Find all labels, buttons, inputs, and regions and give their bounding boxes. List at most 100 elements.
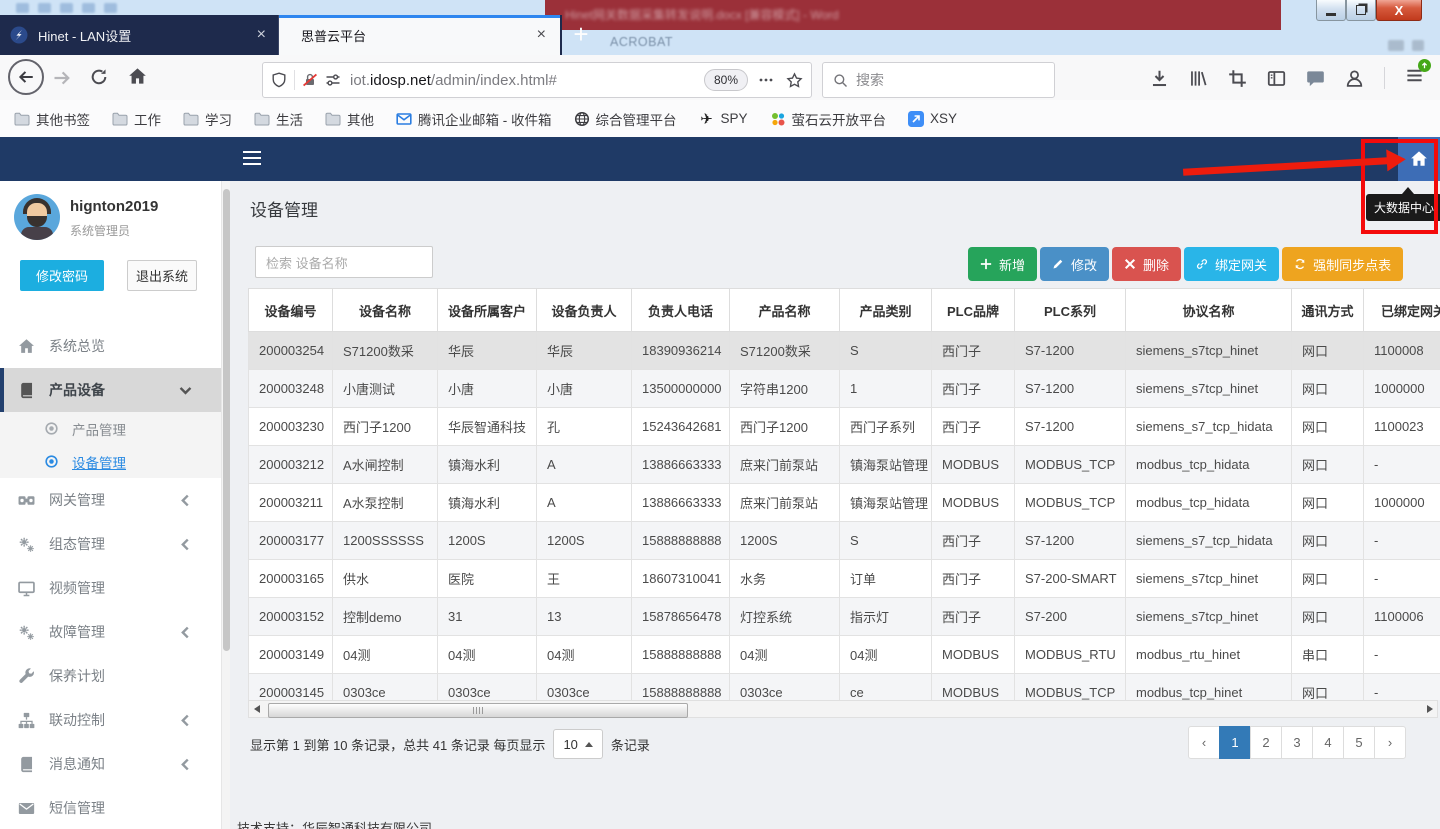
insecure-lock-icon[interactable] (302, 72, 318, 88)
bookmark-item[interactable]: 综合管理平台 (574, 109, 677, 129)
bookmark-item[interactable]: XSY (908, 111, 957, 127)
word-ribbon-tab-acrobat[interactable]: ACROBAT (610, 35, 673, 49)
scrollbar-thumb[interactable] (268, 703, 688, 718)
sidebar-toggle-icon[interactable] (1267, 69, 1286, 88)
bookmark-item[interactable]: 萤石云开放平台 (770, 109, 887, 129)
column-header[interactable]: PLC系列 (1015, 289, 1126, 332)
bookmark-item[interactable]: 腾讯企业邮箱 - 收件箱 (396, 109, 552, 129)
tab-close-icon[interactable]: × (257, 26, 266, 44)
table-row[interactable]: 200003230西门子1200华辰智通科技孔15243642681西门子120… (249, 408, 1440, 446)
reload-button[interactable] (90, 68, 108, 86)
horizontal-scrollbar[interactable] (248, 700, 1438, 718)
action-button-新增[interactable]: 新增 (968, 247, 1037, 281)
url-bar[interactable]: iot.idosp.net/admin/index.html# 80% (262, 62, 812, 98)
page-size-dropdown[interactable]: 10 (553, 729, 602, 759)
permissions-icon[interactable] (325, 72, 341, 88)
table-row[interactable]: 200003248小唐测试小唐小唐13500000000字符串12001西门子S… (249, 370, 1440, 408)
column-header[interactable]: 负责人电话 (632, 289, 730, 332)
pager-page-button[interactable]: 4 (1312, 726, 1344, 759)
column-header[interactable]: 产品类别 (840, 289, 932, 332)
bookmark-item[interactable]: ✈SPY (699, 111, 748, 127)
browser-home-button[interactable] (128, 67, 147, 86)
bookmark-item[interactable]: 学习 (183, 109, 232, 129)
tab-close-icon[interactable]: × (537, 26, 546, 44)
column-header[interactable]: 通讯方式 (1292, 289, 1364, 332)
table-row[interactable]: 200003152控制demo311315878656478灯控系统指示灯西门子… (249, 598, 1440, 636)
action-button-强制同步点表[interactable]: 强制同步点表 (1282, 247, 1403, 281)
folder-icon (14, 111, 30, 127)
table-row[interactable]: 2000031450303ce0303ce0303ce1588888888803… (249, 674, 1440, 701)
sidebar-item-产品设备[interactable]: 产品设备 (0, 368, 222, 412)
table-row[interactable]: 20000314904测04测04测1588888888804测04测MODBU… (249, 636, 1440, 674)
divider (1384, 67, 1385, 89)
change-password-button[interactable]: 修改密码 (20, 260, 104, 291)
column-header[interactable]: 协议名称 (1126, 289, 1292, 332)
table-row[interactable]: 200003254S71200数采华辰华辰18390936214S71200数采… (249, 332, 1440, 370)
sidebar-item-网关管理[interactable]: 网关管理 (0, 478, 222, 522)
sidebar-item-系统总览[interactable]: 系统总览 (0, 324, 222, 368)
bookmark-item[interactable]: 工作 (112, 109, 161, 129)
column-header[interactable]: 设备名称 (333, 289, 438, 332)
sidebar-item-视频管理[interactable]: 视频管理 (0, 566, 222, 610)
bookmark-item[interactable]: 生活 (254, 109, 303, 129)
sidebar-subitem-产品管理[interactable]: 产品管理 (0, 412, 222, 445)
sidebar-collapse-button[interactable] (243, 151, 261, 165)
device-search-input[interactable]: 检索 设备名称 (255, 246, 433, 278)
sidebar-scrollbar[interactable] (221, 181, 230, 829)
search-bar[interactable]: 搜索 (822, 62, 1055, 98)
sidebar-item-联动控制[interactable]: 联动控制 (0, 698, 222, 742)
table-row[interactable]: 200003165供水医院王18607310041水务订单西门子S7-200-S… (249, 560, 1440, 598)
column-header[interactable]: 设备所属客户 (438, 289, 537, 332)
table-row[interactable]: 200003212A水闸控制镇海水利A13886663333庶来门前泵站镇海泵站… (249, 446, 1440, 484)
tracking-shield-icon[interactable] (271, 72, 287, 88)
close-window-button[interactable]: X (1376, 0, 1422, 21)
table-row[interactable]: 2000031771200SSSSSS1200S1200S15888888888… (249, 522, 1440, 560)
url-text[interactable]: iot.idosp.net/admin/index.html# (350, 72, 704, 89)
column-header[interactable]: 设备负责人 (537, 289, 632, 332)
tab-hinet-lan[interactable]: Hinet - LAN设置 × (0, 15, 279, 55)
tab-sipu-cloud-active[interactable]: 思普云平台 × (279, 15, 560, 55)
logout-button[interactable]: 退出系统 (127, 260, 197, 291)
bookmark-item[interactable]: 其他书签 (14, 109, 90, 129)
library-icon[interactable] (1189, 69, 1208, 88)
back-button[interactable] (8, 59, 44, 95)
pager-next-button[interactable]: › (1374, 726, 1406, 759)
word-window-titlebar[interactable]: Hinet网关数据采集转发说明.docx [兼容模式] - Word (545, 0, 1281, 30)
pager-page-button[interactable]: 1 (1219, 726, 1251, 759)
table-row[interactable]: 200003211A水泵控制镇海水利A13886663333庶来门前泵站镇海泵站… (249, 484, 1440, 522)
avatar[interactable] (14, 194, 60, 240)
sidebar-item-组态管理[interactable]: 组态管理 (0, 522, 222, 566)
sidebar-item-消息通知[interactable]: 消息通知 (0, 742, 222, 786)
screenshot-icon[interactable] (1228, 69, 1247, 88)
page-actions-icon[interactable] (758, 72, 774, 88)
new-tab-button[interactable]: + (566, 20, 596, 50)
bookmark-star-icon[interactable] (786, 72, 803, 89)
sidebar-item-保养计划[interactable]: 保养计划 (0, 654, 222, 698)
account-icon[interactable] (1345, 69, 1364, 88)
forward-button[interactable] (52, 68, 72, 88)
action-button-删除[interactable]: 删除 (1112, 247, 1181, 281)
action-button-修改[interactable]: 修改 (1040, 247, 1109, 281)
pager-prev-button[interactable]: ‹ (1188, 726, 1220, 759)
zoom-level-badge[interactable]: 80% (704, 69, 748, 91)
action-button-绑定网关[interactable]: 绑定网关 (1184, 247, 1279, 281)
scrollbar-thumb[interactable] (223, 189, 230, 651)
column-header[interactable]: PLC品牌 (932, 289, 1015, 332)
column-header[interactable]: 已绑定网关 (1364, 289, 1440, 332)
scroll-left-arrow[interactable] (249, 701, 264, 717)
sidebar-item-短信管理[interactable]: 短信管理 (0, 786, 222, 829)
pager-page-button[interactable]: 2 (1250, 726, 1282, 759)
pager-page-button[interactable]: 5 (1343, 726, 1375, 759)
column-header[interactable]: 产品名称 (730, 289, 840, 332)
bookmark-item[interactable]: 其他 (325, 109, 374, 129)
sidebar-item-故障管理[interactable]: 故障管理 (0, 610, 222, 654)
table-cell: S71200数采 (730, 332, 840, 370)
pager-page-button[interactable]: 3 (1281, 726, 1313, 759)
column-header[interactable]: 设备编号 (249, 289, 333, 332)
sidebar-subitem-设备管理[interactable]: 设备管理 (0, 445, 222, 478)
scroll-right-arrow[interactable] (1422, 701, 1437, 717)
restore-button[interactable] (1346, 0, 1376, 21)
minimize-button[interactable] (1316, 0, 1346, 21)
chat-icon[interactable] (1306, 69, 1325, 88)
downloads-icon[interactable] (1150, 69, 1169, 88)
